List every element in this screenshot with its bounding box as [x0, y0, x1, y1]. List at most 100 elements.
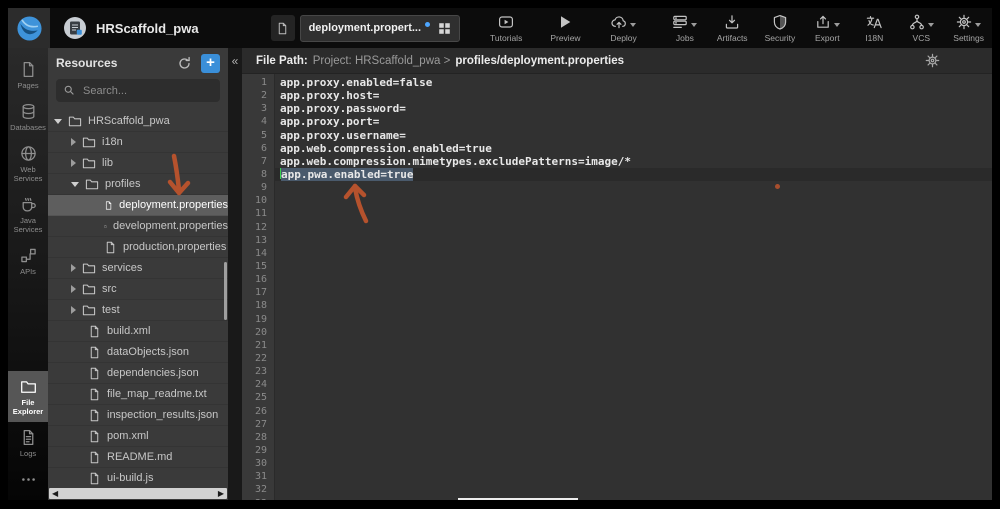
- tree-item-label: lib: [102, 157, 113, 169]
- tree-row[interactable]: README.md: [48, 447, 228, 468]
- code-line-selected[interactable]: app.pwa.enabled=true: [275, 168, 992, 181]
- tree-expand-toggle-icon[interactable]: [71, 264, 76, 272]
- code-line[interactable]: [280, 365, 992, 378]
- tree-row[interactable]: HRScaffold_pwa: [48, 111, 228, 132]
- refresh-icon[interactable]: [177, 56, 192, 71]
- topbar-artifacts-button[interactable]: Artifacts: [717, 14, 748, 43]
- tree-horizontal-scrollbar[interactable]: ◀ ▶: [49, 488, 227, 499]
- search-input[interactable]: [56, 79, 220, 102]
- tree-expand-toggle-icon[interactable]: [71, 306, 76, 314]
- code-line[interactable]: [280, 207, 992, 220]
- rail-item-apis[interactable]: APIs: [8, 240, 48, 282]
- editor-settings-gear-icon[interactable]: [925, 53, 940, 68]
- code-line[interactable]: [280, 181, 992, 194]
- topbar-i18n-button[interactable]: I18N: [859, 14, 889, 43]
- code-line[interactable]: [280, 313, 992, 326]
- tree-row[interactable]: dataObjects.json: [48, 342, 228, 363]
- tree-row[interactable]: dependencies.json: [48, 363, 228, 384]
- grid-icon[interactable]: [438, 22, 451, 35]
- code-line[interactable]: [280, 483, 992, 496]
- code-line[interactable]: app.proxy.username=: [280, 129, 992, 142]
- file-tab[interactable]: deployment.propert...: [300, 15, 460, 42]
- tree-row[interactable]: file_map_readme.txt: [48, 384, 228, 405]
- code-line[interactable]: [280, 418, 992, 431]
- code-line[interactable]: app.proxy.port=: [280, 115, 992, 128]
- tree-expand-toggle-icon[interactable]: [71, 159, 76, 167]
- project-chip[interactable]: HRScaffold_pwa: [63, 16, 199, 40]
- topbar-vcs-button[interactable]: VCS: [906, 14, 936, 43]
- code-line[interactable]: [280, 326, 992, 339]
- topbar-settings-button[interactable]: Settings: [953, 14, 984, 43]
- topbar-action-label: Settings: [953, 33, 984, 43]
- rail-item-databases[interactable]: Databases: [8, 96, 48, 138]
- tree-vertical-scrollbar[interactable]: [224, 262, 227, 320]
- code-line[interactable]: [280, 457, 992, 470]
- code-line[interactable]: [280, 339, 992, 352]
- code-line[interactable]: [280, 352, 992, 365]
- tree-row[interactable]: development.properties: [48, 216, 228, 237]
- tree-row[interactable]: inspection_results.json: [48, 405, 228, 426]
- code-line[interactable]: app.web.compression.enabled=true: [280, 142, 992, 155]
- tree-row[interactable]: services: [48, 258, 228, 279]
- rail-item-pages[interactable]: Pages: [8, 54, 48, 96]
- tree-row[interactable]: production.properties: [48, 237, 228, 258]
- code-editor[interactable]: 1234567891011121314151617181920212223242…: [242, 74, 992, 500]
- code-line[interactable]: [280, 391, 992, 404]
- tree-row[interactable]: profiles: [48, 174, 228, 195]
- wavemaker-logo-icon: [16, 15, 43, 42]
- code-line[interactable]: [280, 194, 992, 207]
- code-line[interactable]: [280, 247, 992, 260]
- tree-row[interactable]: pom.xml: [48, 426, 228, 447]
- tree-expand-toggle-icon[interactable]: [71, 285, 76, 293]
- topbar-preview-button[interactable]: Preview: [550, 14, 580, 43]
- editor-horizontal-scrollbar[interactable]: [458, 498, 578, 501]
- tree-row[interactable]: lib: [48, 153, 228, 174]
- code-line[interactable]: app.proxy.enabled=false: [280, 76, 992, 89]
- code-line[interactable]: [280, 470, 992, 483]
- tree-row[interactable]: src: [48, 279, 228, 300]
- play-icon: [557, 14, 573, 30]
- tree-row[interactable]: deployment.properties: [48, 195, 228, 216]
- line-number: 14: [242, 247, 267, 260]
- code-line[interactable]: app.proxy.password=: [280, 102, 992, 115]
- code-line[interactable]: [280, 431, 992, 444]
- code-line[interactable]: [280, 444, 992, 457]
- rail-item-logs[interactable]: Logs: [8, 422, 48, 464]
- rail-item-more[interactable]: [8, 464, 48, 494]
- code-line[interactable]: [280, 378, 992, 391]
- topbar-security-button[interactable]: Security: [765, 14, 796, 43]
- app-logo[interactable]: [8, 8, 50, 48]
- rail-item-file-explorer[interactable]: File Explorer: [8, 371, 48, 422]
- code-line[interactable]: app.proxy.host=: [280, 89, 992, 102]
- add-resource-button[interactable]: +: [201, 54, 220, 73]
- collapse-panel-icon[interactable]: «: [232, 55, 239, 67]
- tree-row[interactable]: build.xml: [48, 321, 228, 342]
- rail-item-java-services[interactable]: Java Services: [8, 189, 48, 240]
- topbar-tutorials-button[interactable]: Tutorials: [490, 14, 522, 43]
- tree-collapse-toggle-icon[interactable]: [54, 119, 62, 124]
- code-line[interactable]: [280, 234, 992, 247]
- topbar-deploy-button[interactable]: Deploy: [609, 14, 639, 43]
- code-line[interactable]: app.web.compression.mimetypes.excludePat…: [280, 155, 992, 168]
- topbar-export-button[interactable]: Export: [812, 14, 842, 43]
- tree-item-label: ui-build.js: [107, 472, 153, 484]
- code-line[interactable]: [280, 286, 992, 299]
- file-tab-doc-tile[interactable]: [271, 15, 295, 41]
- code-line[interactable]: [280, 405, 992, 418]
- tree-row[interactable]: ui-build.js: [48, 468, 228, 488]
- tree-row[interactable]: test: [48, 300, 228, 321]
- topbar-jobs-button[interactable]: Jobs: [670, 14, 700, 43]
- code-line[interactable]: [280, 497, 992, 501]
- code-line[interactable]: [280, 273, 992, 286]
- rail-item-label: APIs: [20, 267, 36, 276]
- code-line[interactable]: [280, 299, 992, 312]
- scroll-right-icon[interactable]: ▶: [218, 489, 224, 498]
- tree-expand-toggle-icon[interactable]: [71, 138, 76, 146]
- scroll-left-icon[interactable]: ◀: [52, 489, 58, 498]
- code-line[interactable]: [280, 221, 992, 234]
- code-line[interactable]: [280, 260, 992, 273]
- panel-splitter[interactable]: «: [228, 48, 242, 500]
- rail-item-web-services[interactable]: Web Services: [8, 138, 48, 189]
- tree-collapse-toggle-icon[interactable]: [71, 182, 79, 187]
- tree-row[interactable]: i18n: [48, 132, 228, 153]
